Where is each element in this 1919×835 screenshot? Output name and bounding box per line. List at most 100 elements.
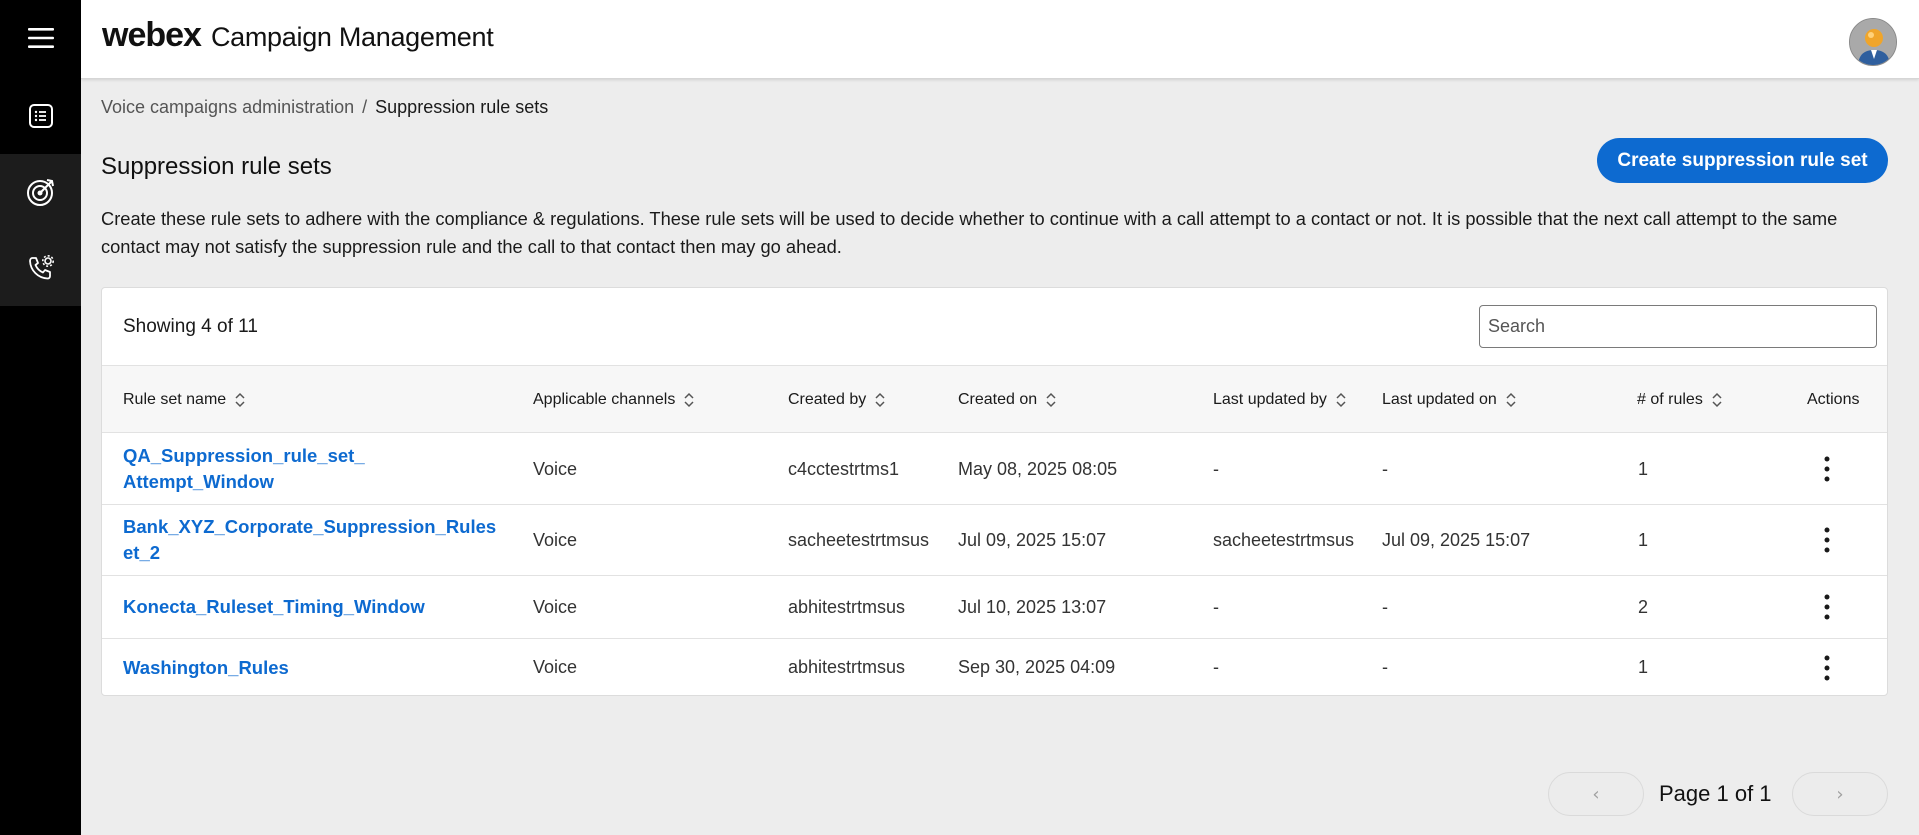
list-document-icon [28, 104, 53, 128]
target-icon [26, 179, 54, 206]
cell-updated-on: - [1382, 657, 1388, 677]
breadcrumb: Voice campaigns administration / Suppres… [101, 97, 548, 118]
cell-channels: Voice [533, 529, 578, 550]
column-header-last-updated-on[interactable]: Last updated on [1382, 366, 1517, 433]
cell-created-on: Sep 30, 2025 04:09 [958, 657, 1116, 677]
column-header-label: # of rules [1637, 390, 1703, 408]
column-header-label: Created on [958, 390, 1038, 408]
user-avatar[interactable] [1849, 18, 1897, 66]
cell-created-on: Jul 10, 2025 13:07 [958, 596, 1107, 617]
column-header-created-on[interactable]: Created on [958, 366, 1057, 433]
table-row: Bank_XYZ_Corporate_Suppression_Rules et_… [102, 505, 1887, 576]
cell-updated-on: Jul 09, 2025 15:07 [1382, 529, 1531, 550]
cell-created-by: abhitestrtmsus [788, 596, 906, 617]
cell-updated-by: - [1213, 657, 1219, 677]
sort-icon [684, 392, 694, 407]
column-header-label: Last updated on [1382, 390, 1497, 408]
column-header-num-rules[interactable]: # of rules [1637, 366, 1723, 433]
showing-count-value: 4 [201, 316, 212, 337]
kebab-menu-icon [1824, 655, 1830, 680]
column-header-last-updated-by[interactable]: Last updated by [1213, 366, 1347, 433]
app-title: Campaign Management [210, 22, 494, 52]
table-header: Rule set name Applicable channels Create… [102, 366, 1887, 433]
nav-item-campaigns-list[interactable] [0, 78, 81, 154]
rule-set-name: QA_Suppression_rule_set_ Attempt_Window [123, 445, 365, 492]
showing-total: of 11 [217, 316, 258, 337]
sort-icon [235, 392, 245, 407]
column-header-label: Last updated by [1213, 390, 1327, 408]
avatar-icon [1850, 19, 1896, 65]
page-indicator: Page 1 of 1 [1659, 781, 1772, 806]
cell-channels: Voice [533, 657, 578, 677]
table-row: Washington_Rules Voice abhitestrtmsus Se… [102, 639, 1887, 696]
cell-created-by: sacheetestrtmsus [788, 529, 930, 550]
showing-count: Showing 4 of 11 [123, 316, 258, 338]
column-header-label: Created by [788, 390, 867, 408]
breadcrumb-parent-link[interactable]: Voice campaigns administration [101, 97, 354, 118]
brand: webex Campaign Management [102, 16, 494, 55]
rule-set-name: Bank_XYZ_Corporate_Suppression_Rules et_… [123, 516, 497, 563]
previous-page-button[interactable]: ‹ [1548, 772, 1644, 816]
page-title: Suppression rule sets [101, 153, 332, 180]
row-actions-button[interactable] [1812, 434, 1842, 504]
next-page-button[interactable]: › [1792, 772, 1888, 816]
cell-channels: Voice [533, 596, 578, 617]
kebab-menu-icon [1824, 527, 1830, 553]
breadcrumb-separator: / [362, 97, 368, 117]
rule-set-name-link[interactable]: QA_Suppression_rule_set_ Attempt_Window [123, 434, 513, 504]
kebab-menu-icon [1824, 594, 1830, 620]
hamburger-menu-button[interactable] [0, 0, 81, 76]
column-header-label: Actions [1807, 390, 1860, 408]
cell-channels: Voice [533, 458, 578, 479]
create-suppression-rule-set-button[interactable]: Create suppression rule set [1597, 138, 1888, 183]
column-header-rule-set-name[interactable]: Rule set name [123, 366, 246, 433]
cell-updated-on: - [1382, 596, 1388, 617]
rule-set-name: Konecta_Ruleset_Timing_Window [123, 596, 425, 617]
cell-updated-on: - [1382, 458, 1388, 479]
cell-num-rules: 1 [1638, 529, 1649, 550]
table-row: Konecta_Ruleset_Timing_Window Voice abhi… [102, 576, 1887, 639]
rule-set-name-link[interactable]: Bank_XYZ_Corporate_Suppression_Rules et_… [123, 505, 513, 575]
column-header-label: Rule set name [123, 390, 227, 408]
sort-icon [875, 392, 885, 407]
sort-icon [1046, 392, 1056, 407]
kebab-menu-icon [1824, 456, 1830, 482]
nav-item-voice-settings[interactable] [0, 230, 81, 306]
webex-logo: webex [102, 16, 202, 54]
cell-updated-by: - [1213, 596, 1219, 617]
cell-num-rules: 2 [1638, 596, 1649, 617]
row-actions-button[interactable] [1812, 505, 1842, 575]
breadcrumb-current: Suppression rule sets [375, 97, 549, 117]
cell-created-by: c4cctestrtms1 [788, 458, 900, 479]
column-header-label: Applicable channels [533, 390, 676, 408]
search-input[interactable] [1479, 305, 1877, 348]
sort-icon [1506, 392, 1516, 407]
cell-updated-by: - [1213, 458, 1219, 479]
column-header-created-by[interactable]: Created by [788, 366, 886, 433]
column-header-actions: Actions [1807, 366, 1859, 433]
left-nav-rail [0, 0, 81, 835]
cell-num-rules: 1 [1638, 657, 1649, 677]
hamburger-menu-icon [27, 28, 54, 48]
rule-set-name: Washington_Rules [123, 656, 289, 678]
cell-created-on: Jul 09, 2025 15:07 [958, 529, 1107, 550]
showing-prefix: Showing [123, 316, 196, 337]
table-row: QA_Suppression_rule_set_ Attempt_Window … [102, 434, 1887, 505]
top-bar: webex Campaign Management [81, 0, 1919, 79]
cell-created-by: abhitestrtmsus [788, 657, 906, 677]
sort-icon [1712, 392, 1722, 407]
row-actions-button[interactable] [1812, 639, 1842, 696]
rule-sets-table-card: Showing 4 of 11 Rule set name Applicable… [101, 287, 1888, 696]
page-description: Create these rule sets to adhere with th… [101, 208, 1838, 257]
column-header-applicable-channels[interactable]: Applicable channels [533, 366, 695, 433]
rule-set-name-link[interactable]: Washington_Rules [123, 639, 513, 696]
row-actions-button[interactable] [1812, 576, 1842, 638]
cell-updated-by: sacheetestrtmsus [1213, 529, 1355, 550]
sort-icon [1336, 392, 1346, 407]
cell-num-rules: 1 [1638, 458, 1649, 479]
rule-set-name-link[interactable]: Konecta_Ruleset_Timing_Window [123, 576, 513, 638]
cell-created-on: May 08, 2025 08:05 [958, 458, 1118, 479]
nav-item-suppression[interactable] [0, 154, 81, 230]
table-toolbar: Showing 4 of 11 [102, 288, 1887, 366]
phone-settings-icon [28, 255, 54, 280]
